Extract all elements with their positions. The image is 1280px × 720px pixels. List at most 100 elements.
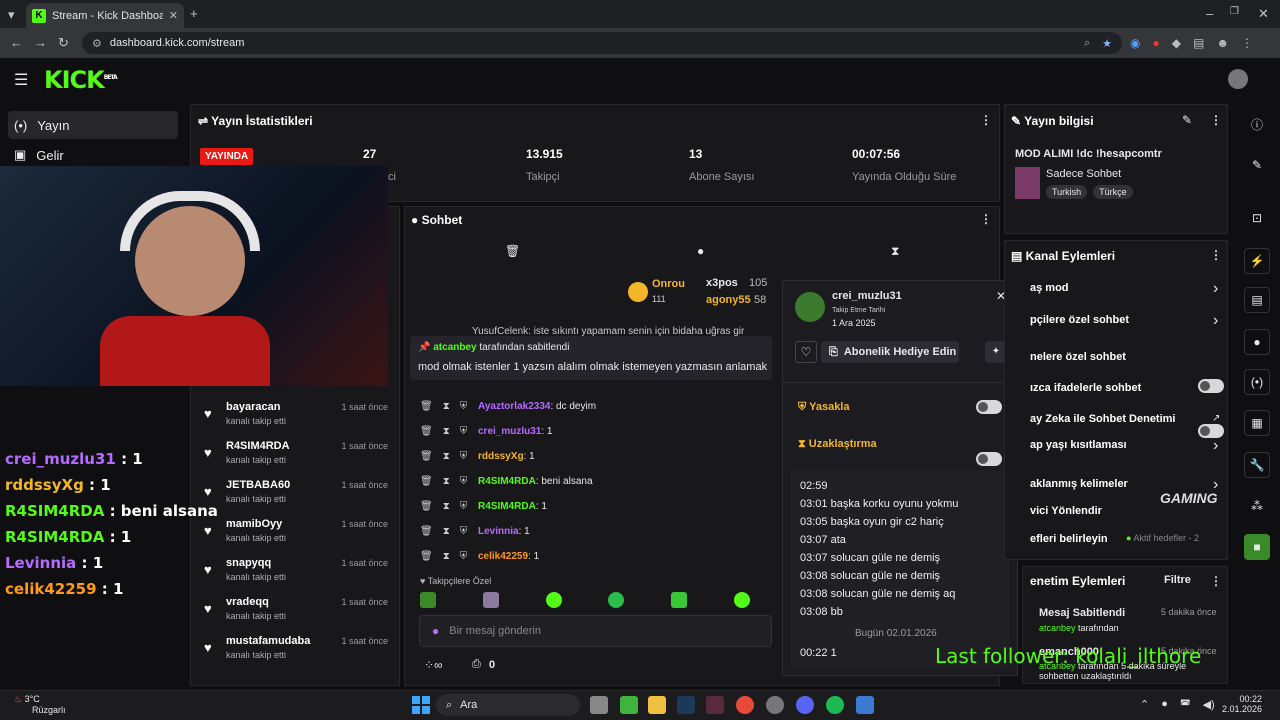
weather-widget[interactable]: ♨ 3°C Rüzgarlı	[14, 694, 66, 715]
chat-menu-icon[interactable]: ⋮	[980, 212, 992, 226]
timeout-icon[interactable]: ⧗	[443, 501, 450, 512]
chat-bubble-icon[interactable]: ●	[697, 244, 704, 258]
emote-icon[interactable]	[608, 592, 625, 608]
bookmark-star-icon[interactable]: ★	[1102, 37, 1112, 50]
steam-icon[interactable]	[677, 696, 695, 714]
emote-icon[interactable]	[545, 592, 562, 608]
spotify-icon[interactable]	[826, 696, 844, 714]
zoom-icon[interactable]: ⌕	[1084, 37, 1090, 50]
chat-username[interactable]: R4SIM4RDA	[478, 501, 536, 512]
follow-row[interactable]: ♥ bayaracan kanalı takip etti 1 saat önce	[200, 401, 392, 437]
wrench-icon[interactable]: 🔧	[1244, 452, 1270, 478]
timeout-toggle[interactable]	[976, 452, 1002, 466]
extension-icon[interactable]: ◉	[1130, 36, 1140, 50]
chat-username[interactable]: rddssyXg	[478, 451, 524, 462]
tab-search-icon[interactable]: ▾	[8, 7, 15, 23]
channel-action-item[interactable]: aş mod	[1030, 282, 1069, 294]
chat-message[interactable]: 🗑 ⧗ ⛨ Ayaztorlak2334: dc deyim	[420, 396, 596, 416]
follow-row[interactable]: ♥ mustafamudaba kanalı takip etti 1 saat ön…	[200, 635, 392, 671]
app-icon[interactable]	[706, 696, 724, 714]
chat-message[interactable]: 🗑 ⧗ ⛨ crei_muzlu31: 1	[420, 421, 553, 441]
follow-heart-icon[interactable]: ♡	[795, 341, 817, 363]
ban-icon[interactable]: ⛨	[460, 426, 468, 437]
extension-icon[interactable]: ●	[1152, 36, 1159, 50]
gift-icon[interactable]: ⎙	[472, 658, 481, 671]
stats-menu-icon[interactable]: ⋮	[980, 113, 992, 127]
clear-chat-icon[interactable]: 🗑	[505, 244, 520, 258]
channel-action-item[interactable]: pçilere özel sohbet	[1030, 314, 1129, 326]
follow-row[interactable]: ♥ vradeqq kanalı takip etti 1 saat önce	[200, 596, 392, 632]
hamburger-menu-icon[interactable]: ☰	[14, 70, 28, 90]
raid-icon[interactable]: ⚡	[1244, 248, 1270, 274]
channel-action-item[interactable]: ızca ifadelerle sohbet	[1030, 382, 1141, 394]
points-icon[interactable]: ⁘∞	[424, 658, 443, 672]
channel-actions-menu-icon[interactable]: ⋮	[1210, 248, 1222, 262]
app-icon[interactable]	[766, 696, 784, 714]
chat-message[interactable]: 🗑 ⧗ ⛨ celik42259: 1	[420, 546, 539, 566]
mic-icon[interactable]: ●	[1161, 698, 1168, 711]
minecraft-icon[interactable]	[620, 696, 638, 714]
active-goals[interactable]: ● Aktif hedefler - 2	[1126, 533, 1199, 543]
emote-icon[interactable]	[420, 592, 436, 608]
forward-icon[interactable]: →	[34, 35, 47, 50]
broadcast-icon[interactable]: (•)	[1244, 369, 1270, 395]
chat-username[interactable]: R4SIM4RDA	[478, 476, 536, 487]
channel-action-item[interactable]: ay Zeka ile Sohbet Denetimi	[1030, 413, 1176, 425]
windows-start-icon[interactable]	[412, 696, 430, 714]
tab-close-icon[interactable]: ✕	[169, 9, 178, 22]
mod-actions-menu-icon[interactable]: ⋮	[1210, 574, 1222, 588]
timeout-icon[interactable]: ⧗	[443, 551, 450, 562]
leader-name[interactable]: agony55	[706, 294, 751, 306]
app-icon[interactable]: ■	[1244, 534, 1270, 560]
channel-action-item[interactable]: ap yaşı kısıtlaması	[1030, 439, 1127, 451]
timeout-icon[interactable]: ⧗	[443, 526, 450, 537]
ban-icon[interactable]: ⛨	[460, 501, 468, 512]
delete-icon[interactable]: 🗑	[420, 451, 433, 462]
ban-icon[interactable]: ⛨	[460, 451, 468, 462]
browser-tab[interactable]: K Stream - Kick Dashboard ✕	[26, 3, 184, 28]
timeout-icon[interactable]: ⧗	[443, 426, 450, 437]
follow-row[interactable]: ♥ JETBABA60 kanalı takip etti 1 saat önce	[200, 479, 392, 515]
chevron-up-icon[interactable]: ⌃	[1140, 698, 1149, 711]
address-bar[interactable]: ⚙ dashboard.kick.com/stream ⌕ ★	[82, 32, 1122, 54]
emote-icon[interactable]	[671, 592, 688, 608]
ban-icon[interactable]: ⛨	[460, 401, 468, 412]
chevron-right-icon[interactable]: ›	[1213, 312, 1218, 330]
delete-icon[interactable]: 🗑	[420, 526, 433, 537]
ban-toggle[interactable]	[976, 400, 1002, 414]
chat-message[interactable]: 🗑 ⧗ ⛨ R4SIM4RDA: beni alsana	[420, 471, 593, 491]
timeout-hourglass-icon[interactable]: ⧗	[891, 244, 899, 259]
site-info-icon[interactable]: ⚙	[92, 37, 102, 50]
delete-icon[interactable]: 🗑	[420, 401, 433, 412]
chat-username[interactable]: Levinnia	[478, 526, 519, 537]
storage-icon[interactable]: ▦	[1244, 410, 1270, 436]
external-link-icon[interactable]: ↗	[1212, 413, 1220, 424]
discord-icon[interactable]	[796, 696, 814, 714]
browser-menu-icon[interactable]: ⋮	[1241, 36, 1253, 50]
maximize-icon[interactable]: ❐	[1230, 6, 1239, 17]
avatar[interactable]	[1228, 69, 1248, 89]
follow-row[interactable]: ♥ snapyqq kanalı takip etti 1 saat önce	[200, 557, 392, 593]
emote-icon[interactable]	[733, 592, 750, 608]
gift-sub-button[interactable]: ⎘ Abonelik Hediye Edin	[821, 341, 959, 363]
profile-icon[interactable]: ☻	[1216, 36, 1229, 50]
ban-icon[interactable]: ⛨	[460, 551, 468, 562]
chat-username[interactable]: celik42259	[478, 551, 528, 562]
timeout-icon[interactable]: ⧗	[443, 451, 450, 462]
tag[interactable]: Turkish	[1046, 185, 1088, 199]
chat-message[interactable]: 🗑 ⧗ ⛨ rddssyXg: 1	[420, 446, 535, 466]
delete-icon[interactable]: 🗑	[420, 426, 433, 437]
channel-action-item[interactable]: aklanmış kelimeler	[1030, 478, 1128, 490]
task-view-icon[interactable]	[590, 696, 608, 714]
leader-name[interactable]: Onrou	[652, 278, 685, 290]
taskbar-search[interactable]: ⌕ Ara	[436, 694, 580, 716]
reload-icon[interactable]: ↻	[58, 35, 69, 51]
emote-icon[interactable]	[482, 592, 499, 608]
chat-username[interactable]: crei_muzlu31	[478, 426, 541, 437]
channel-action-item[interactable]: efleri belirleyin	[1030, 533, 1108, 545]
extensions-puzzle-icon[interactable]: ▤	[1193, 36, 1204, 50]
follow-row[interactable]: ♥ mamibOyy kanalı takip etti 1 saat önce	[200, 518, 392, 554]
nav-item-gelir[interactable]: ▣ Gelir	[8, 141, 178, 169]
kick-logo[interactable]: KICKBETA	[44, 66, 118, 94]
clock[interactable]: 00:22 2.01.2026	[1222, 694, 1262, 714]
